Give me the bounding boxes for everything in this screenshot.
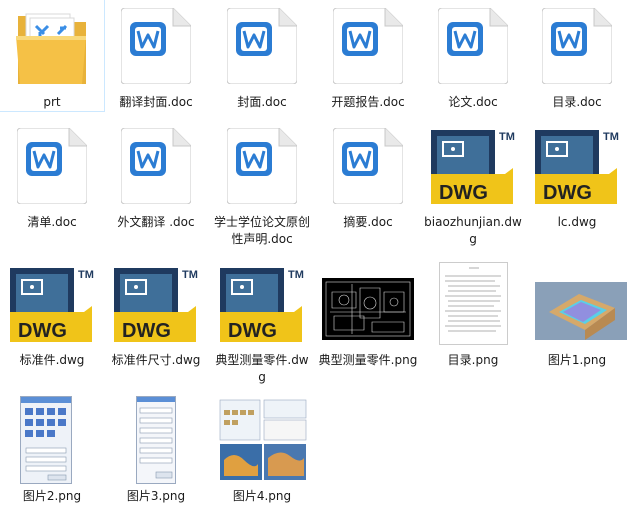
file-name-label: lc.dwg	[557, 215, 597, 229]
dwg-file-icon: DWG TM	[114, 268, 198, 342]
file-name-label: 典型测量零件.dwg	[215, 353, 309, 384]
file-name-label: 标准件尺寸.dwg	[111, 353, 201, 367]
word-document-icon	[121, 128, 191, 204]
png-item[interactable]: 图片4.png	[210, 394, 314, 505]
document-page-thumbnail	[439, 262, 508, 345]
file-name-label: 典型测量零件.png	[318, 353, 418, 367]
collage-screenshot-thumbnail	[218, 398, 308, 482]
dwg-item[interactable]: DWG TM 典型测量零件.dwg	[210, 258, 314, 386]
file-name-label: 清单.doc	[27, 215, 77, 229]
png-item[interactable]: 图片2.png	[0, 394, 104, 505]
file-name-label: prt	[43, 95, 61, 109]
file-name-label: 标准件.dwg	[19, 353, 85, 367]
file-name-label: 目录.png	[447, 353, 499, 367]
svg-text:TM: TM	[182, 269, 198, 281]
doc-item[interactable]: 论文.doc	[421, 0, 525, 111]
svg-text:TM: TM	[78, 269, 94, 281]
svg-text:DWG: DWG	[439, 182, 488, 204]
file-name-label: 开题报告.doc	[331, 95, 405, 109]
word-document-icon	[333, 8, 403, 84]
dwg-file-icon: DWG TM	[220, 268, 304, 342]
file-name-label: 图片1.png	[547, 353, 607, 367]
folder-icon	[0, 0, 104, 92]
doc-item[interactable]: 摘要.doc	[316, 120, 420, 231]
svg-text:DWG: DWG	[543, 182, 592, 204]
dwg-item[interactable]: DWG TM 标准件尺寸.dwg	[104, 258, 208, 369]
svg-text:DWG: DWG	[18, 320, 67, 342]
doc-item[interactable]: 翻译封面.doc	[104, 0, 208, 111]
doc-item[interactable]: 开题报告.doc	[316, 0, 420, 111]
svg-text:TM: TM	[499, 131, 515, 143]
cad-drawing-thumbnail	[322, 278, 414, 340]
file-name-label: 论文.doc	[448, 95, 498, 109]
word-document-icon	[227, 8, 297, 84]
word-document-icon	[121, 8, 191, 84]
word-document-icon	[17, 128, 87, 204]
svg-text:DWG: DWG	[122, 320, 171, 342]
dwg-file-icon: DWG TM	[431, 130, 515, 204]
dwg-item[interactable]: DWG TM 标准件.dwg	[0, 258, 104, 369]
3d-model-thumbnail	[535, 282, 627, 340]
png-item[interactable]: 图片1.png	[525, 258, 629, 369]
word-document-icon	[333, 128, 403, 204]
png-item[interactable]: 图片3.png	[104, 394, 208, 505]
png-item[interactable]: 目录.png	[421, 258, 525, 369]
folder-item-prt[interactable]: prt	[0, 0, 105, 112]
file-name-label: 图片3.png	[126, 489, 186, 503]
doc-item[interactable]: 封面.doc	[210, 0, 314, 111]
file-name-label: biaozhunjian.dwg	[424, 215, 522, 246]
svg-text:DWG: DWG	[228, 320, 277, 342]
word-document-icon	[438, 8, 508, 84]
file-name-label: 摘要.doc	[343, 215, 393, 229]
word-document-icon	[227, 128, 297, 204]
doc-item[interactable]: 外文翻译 .doc	[104, 120, 208, 231]
svg-text:TM: TM	[288, 269, 304, 281]
dialog-screenshot-thumbnail	[20, 396, 72, 484]
dwg-item[interactable]: DWG TM lc.dwg	[525, 120, 629, 231]
file-name-label: 封面.doc	[237, 95, 287, 109]
dwg-file-icon: DWG TM	[10, 268, 94, 342]
svg-text:TM: TM	[603, 131, 619, 143]
file-name-label: 图片2.png	[22, 489, 82, 503]
doc-item[interactable]: 清单.doc	[0, 120, 104, 231]
file-name-label: 外文翻译 .doc	[117, 215, 195, 229]
dialog-screenshot-thumbnail	[136, 396, 176, 484]
dwg-file-icon: DWG TM	[535, 130, 619, 204]
file-name-label: 图片4.png	[232, 489, 292, 503]
dwg-item[interactable]: DWG TM biaozhunjian.dwg	[421, 120, 525, 248]
file-name-label: 学士学位论文原创性声明.doc	[213, 215, 310, 246]
doc-item[interactable]: 目录.doc	[525, 0, 629, 111]
file-name-label: 翻译封面.doc	[119, 95, 193, 109]
png-item[interactable]: 典型测量零件.png	[316, 258, 420, 369]
file-name-label: 目录.doc	[552, 95, 602, 109]
doc-item[interactable]: 学士学位论文原创性声明.doc	[210, 120, 314, 248]
word-document-icon	[542, 8, 612, 84]
